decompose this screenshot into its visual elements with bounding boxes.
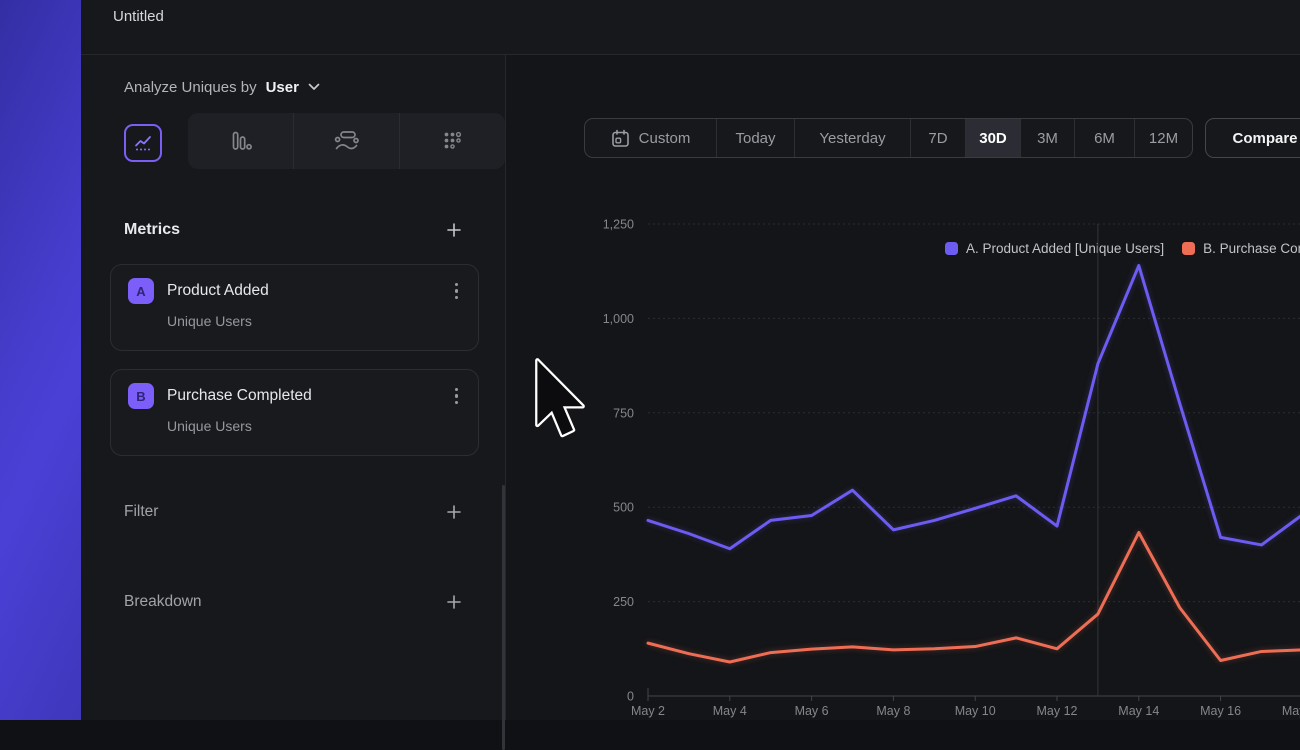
breakdown-section: Breakdown [124,585,466,619]
metric-menu-button[interactable] [451,279,462,303]
metric-subtitle[interactable]: Unique Users [167,418,478,434]
range-30d[interactable]: 30D [965,119,1020,157]
metric-badge-a: A [128,278,154,304]
svg-text:May 2: May 2 [631,704,665,718]
svg-text:May 6: May 6 [795,704,829,718]
range-custom[interactable]: Custom [585,119,716,157]
svg-text:1,000: 1,000 [603,312,634,326]
report-title[interactable]: Untitled [113,6,164,28]
range-7d[interactable]: 7D [910,119,965,157]
tab-bar-chart[interactable] [188,113,293,169]
metrics-title: Metrics [124,221,180,239]
svg-text:May 18: May 18 [1282,704,1300,718]
metric-card-b[interactable]: B Purchase Completed Unique Users [110,369,479,456]
plus-icon [446,504,462,520]
range-yesterday[interactable]: Yesterday [794,119,910,157]
svg-text:May 16: May 16 [1200,704,1241,718]
svg-text:May 12: May 12 [1037,704,1078,718]
svg-text:1,250: 1,250 [603,218,634,232]
add-filter-button[interactable] [442,500,466,524]
analyze-by-row: Analyze Uniques by User [124,71,320,103]
funnel-dots-icon [442,130,464,152]
mouse-cursor [534,358,586,442]
tab-funnel-dots[interactable] [399,113,505,169]
chart-type-tabs [81,113,505,169]
metric-menu-button[interactable] [451,384,462,408]
add-breakdown-button[interactable] [442,590,466,614]
metric-badge-b: B [128,383,154,409]
svg-text:250: 250 [613,595,634,609]
chart-panel: Custom Today Yesterday 7D 30D 3M 6M 12M … [506,55,1300,720]
svg-text:500: 500 [613,501,634,515]
query-sidebar: Analyze Uniques by User [81,55,506,720]
bar-chart-icon [229,129,253,153]
plus-icon [446,222,462,238]
analyze-by-value[interactable]: User [266,79,299,96]
svg-text:0: 0 [627,690,634,704]
metric-card-a[interactable]: A Product Added Unique Users [110,264,479,351]
title-bar: Untitled [81,0,1300,55]
analytics-app-window: Untitled Analyze Uniques by User [81,0,1300,720]
line-chart-canvas[interactable]: 0 250 500 750 1,000 1,250 May 2 May 4 May 6 May 8… [506,211,1300,721]
svg-text:750: 750 [613,406,634,420]
desktop-gradient-background [0,0,81,720]
filter-section: Filter [124,495,466,529]
tab-line-chart[interactable] [124,124,162,162]
metrics-header: Metrics [124,213,466,247]
metric-title: Purchase Completed [167,387,438,405]
range-6m[interactable]: 6M [1074,119,1134,157]
filter-label: Filter [124,503,158,521]
add-metric-button[interactable] [442,218,466,242]
range-12m[interactable]: 12M [1134,119,1192,157]
svg-text:May 4: May 4 [713,704,747,718]
breakdown-label: Breakdown [124,593,202,611]
tab-flow[interactable] [293,113,399,169]
svg-text:May 10: May 10 [955,704,996,718]
date-range-toolbar: Custom Today Yesterday 7D 30D 3M 6M 12M … [584,118,1300,158]
compare-button[interactable]: Compare [1205,118,1300,158]
calendar-icon [611,129,630,148]
metric-subtitle[interactable]: Unique Users [167,313,478,329]
flow-icon [333,129,360,153]
range-3m[interactable]: 3M [1020,119,1074,157]
date-range-segmented-control: Custom Today Yesterday 7D 30D 3M 6M 12M [584,118,1193,158]
sidebar-scrollbar[interactable] [502,485,505,750]
chevron-down-icon[interactable] [308,83,320,91]
metric-title: Product Added [167,282,438,300]
range-today[interactable]: Today [716,119,794,157]
svg-text:May 8: May 8 [876,704,910,718]
line-chart-icon [133,133,153,153]
plus-icon [446,594,462,610]
chart-type-tab-group [188,113,505,169]
analyze-by-label: Analyze Uniques by [124,79,257,96]
svg-text:May 14: May 14 [1118,704,1159,718]
